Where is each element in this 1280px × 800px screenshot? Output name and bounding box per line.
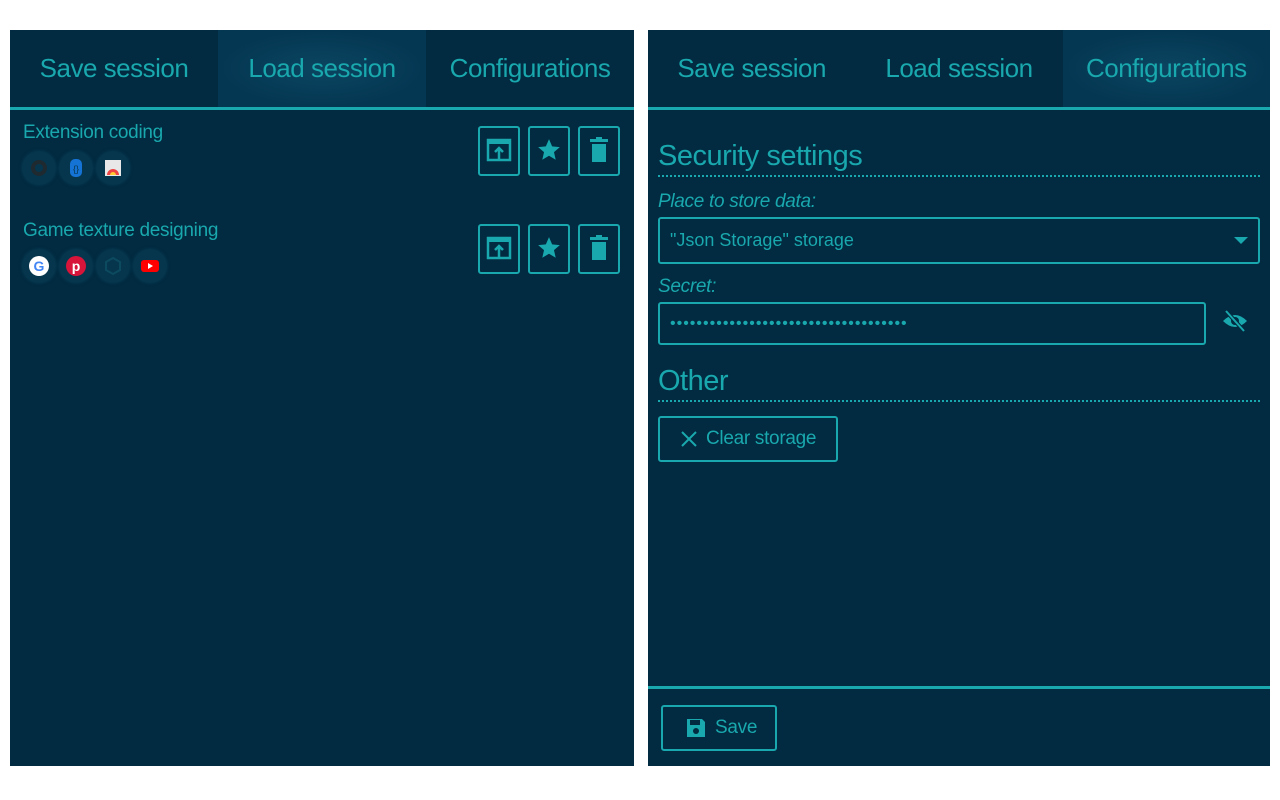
tab-load-session[interactable]: Load session (218, 30, 426, 107)
secret-value: •••••••••••••••••••••••••••••••••••• (670, 314, 908, 332)
footer: Save (648, 686, 1270, 767)
clear-storage-label: Clear storage (706, 428, 817, 449)
tab-bar: Save session Load session Configurations (648, 30, 1270, 110)
open-session-icon (486, 137, 512, 166)
trash-icon (588, 136, 610, 167)
other-heading: Other (658, 365, 1260, 402)
close-icon (681, 431, 697, 447)
star-icon (536, 137, 562, 166)
security-settings-heading: Security settings (658, 140, 1260, 177)
save-button[interactable]: Save (661, 705, 778, 751)
tab-configurations[interactable]: Configurations (426, 30, 634, 107)
pinterest-icon: p (60, 250, 92, 282)
github-icon (23, 152, 55, 184)
tab-save-session[interactable]: Save session (10, 30, 218, 107)
load-session-panel: Save session Load session Configurations… (10, 30, 634, 766)
session-list: Extension coding{} Game texture designing… (10, 110, 634, 306)
youtube-icon (134, 250, 166, 282)
floppy-disk-icon (687, 719, 705, 737)
secret-input[interactable]: •••••••••••••••••••••••••••••••••••• (658, 302, 1206, 345)
store-label: Place to store data: (658, 191, 816, 212)
storage-select-value: "Json Storage" storage (670, 230, 854, 250)
chrome-web-store-icon (97, 152, 129, 184)
open-session-button[interactable] (478, 224, 520, 274)
trash-icon (588, 234, 610, 265)
configurations-panel: Save session Load session Configurations… (648, 30, 1270, 766)
tab-load-session[interactable]: Load session (855, 30, 1062, 107)
svg-text:{}: {} (73, 164, 79, 174)
json-storage-icon: {} (60, 152, 92, 184)
save-label: Save (715, 717, 758, 738)
secret-label: Secret: (658, 276, 717, 297)
star-icon (536, 235, 562, 264)
tab-bar: Save session Load session Configurations (10, 30, 634, 110)
delete-button[interactable] (578, 126, 620, 176)
eye-off-icon[interactable] (1221, 309, 1249, 338)
clear-storage-button[interactable]: Clear storage (658, 416, 839, 462)
open-session-button[interactable] (478, 126, 520, 176)
delete-button[interactable] (578, 224, 620, 274)
svg-text:p: p (72, 258, 81, 274)
open-session-icon (486, 235, 512, 264)
session-item: Extension coding{} (10, 110, 634, 208)
google-icon: G (23, 250, 55, 282)
favorite-button[interactable] (528, 126, 570, 176)
favorite-button[interactable] (528, 224, 570, 274)
unity-icon (97, 250, 129, 282)
session-item: Game texture designing Gp (10, 208, 634, 306)
tab-save-session[interactable]: Save session (648, 30, 855, 107)
storage-select[interactable]: "Json Storage" storage (658, 217, 1260, 264)
tab-configurations[interactable]: Configurations (1062, 30, 1270, 107)
caret-down-icon (1234, 237, 1248, 244)
svg-text:G: G (34, 258, 45, 274)
